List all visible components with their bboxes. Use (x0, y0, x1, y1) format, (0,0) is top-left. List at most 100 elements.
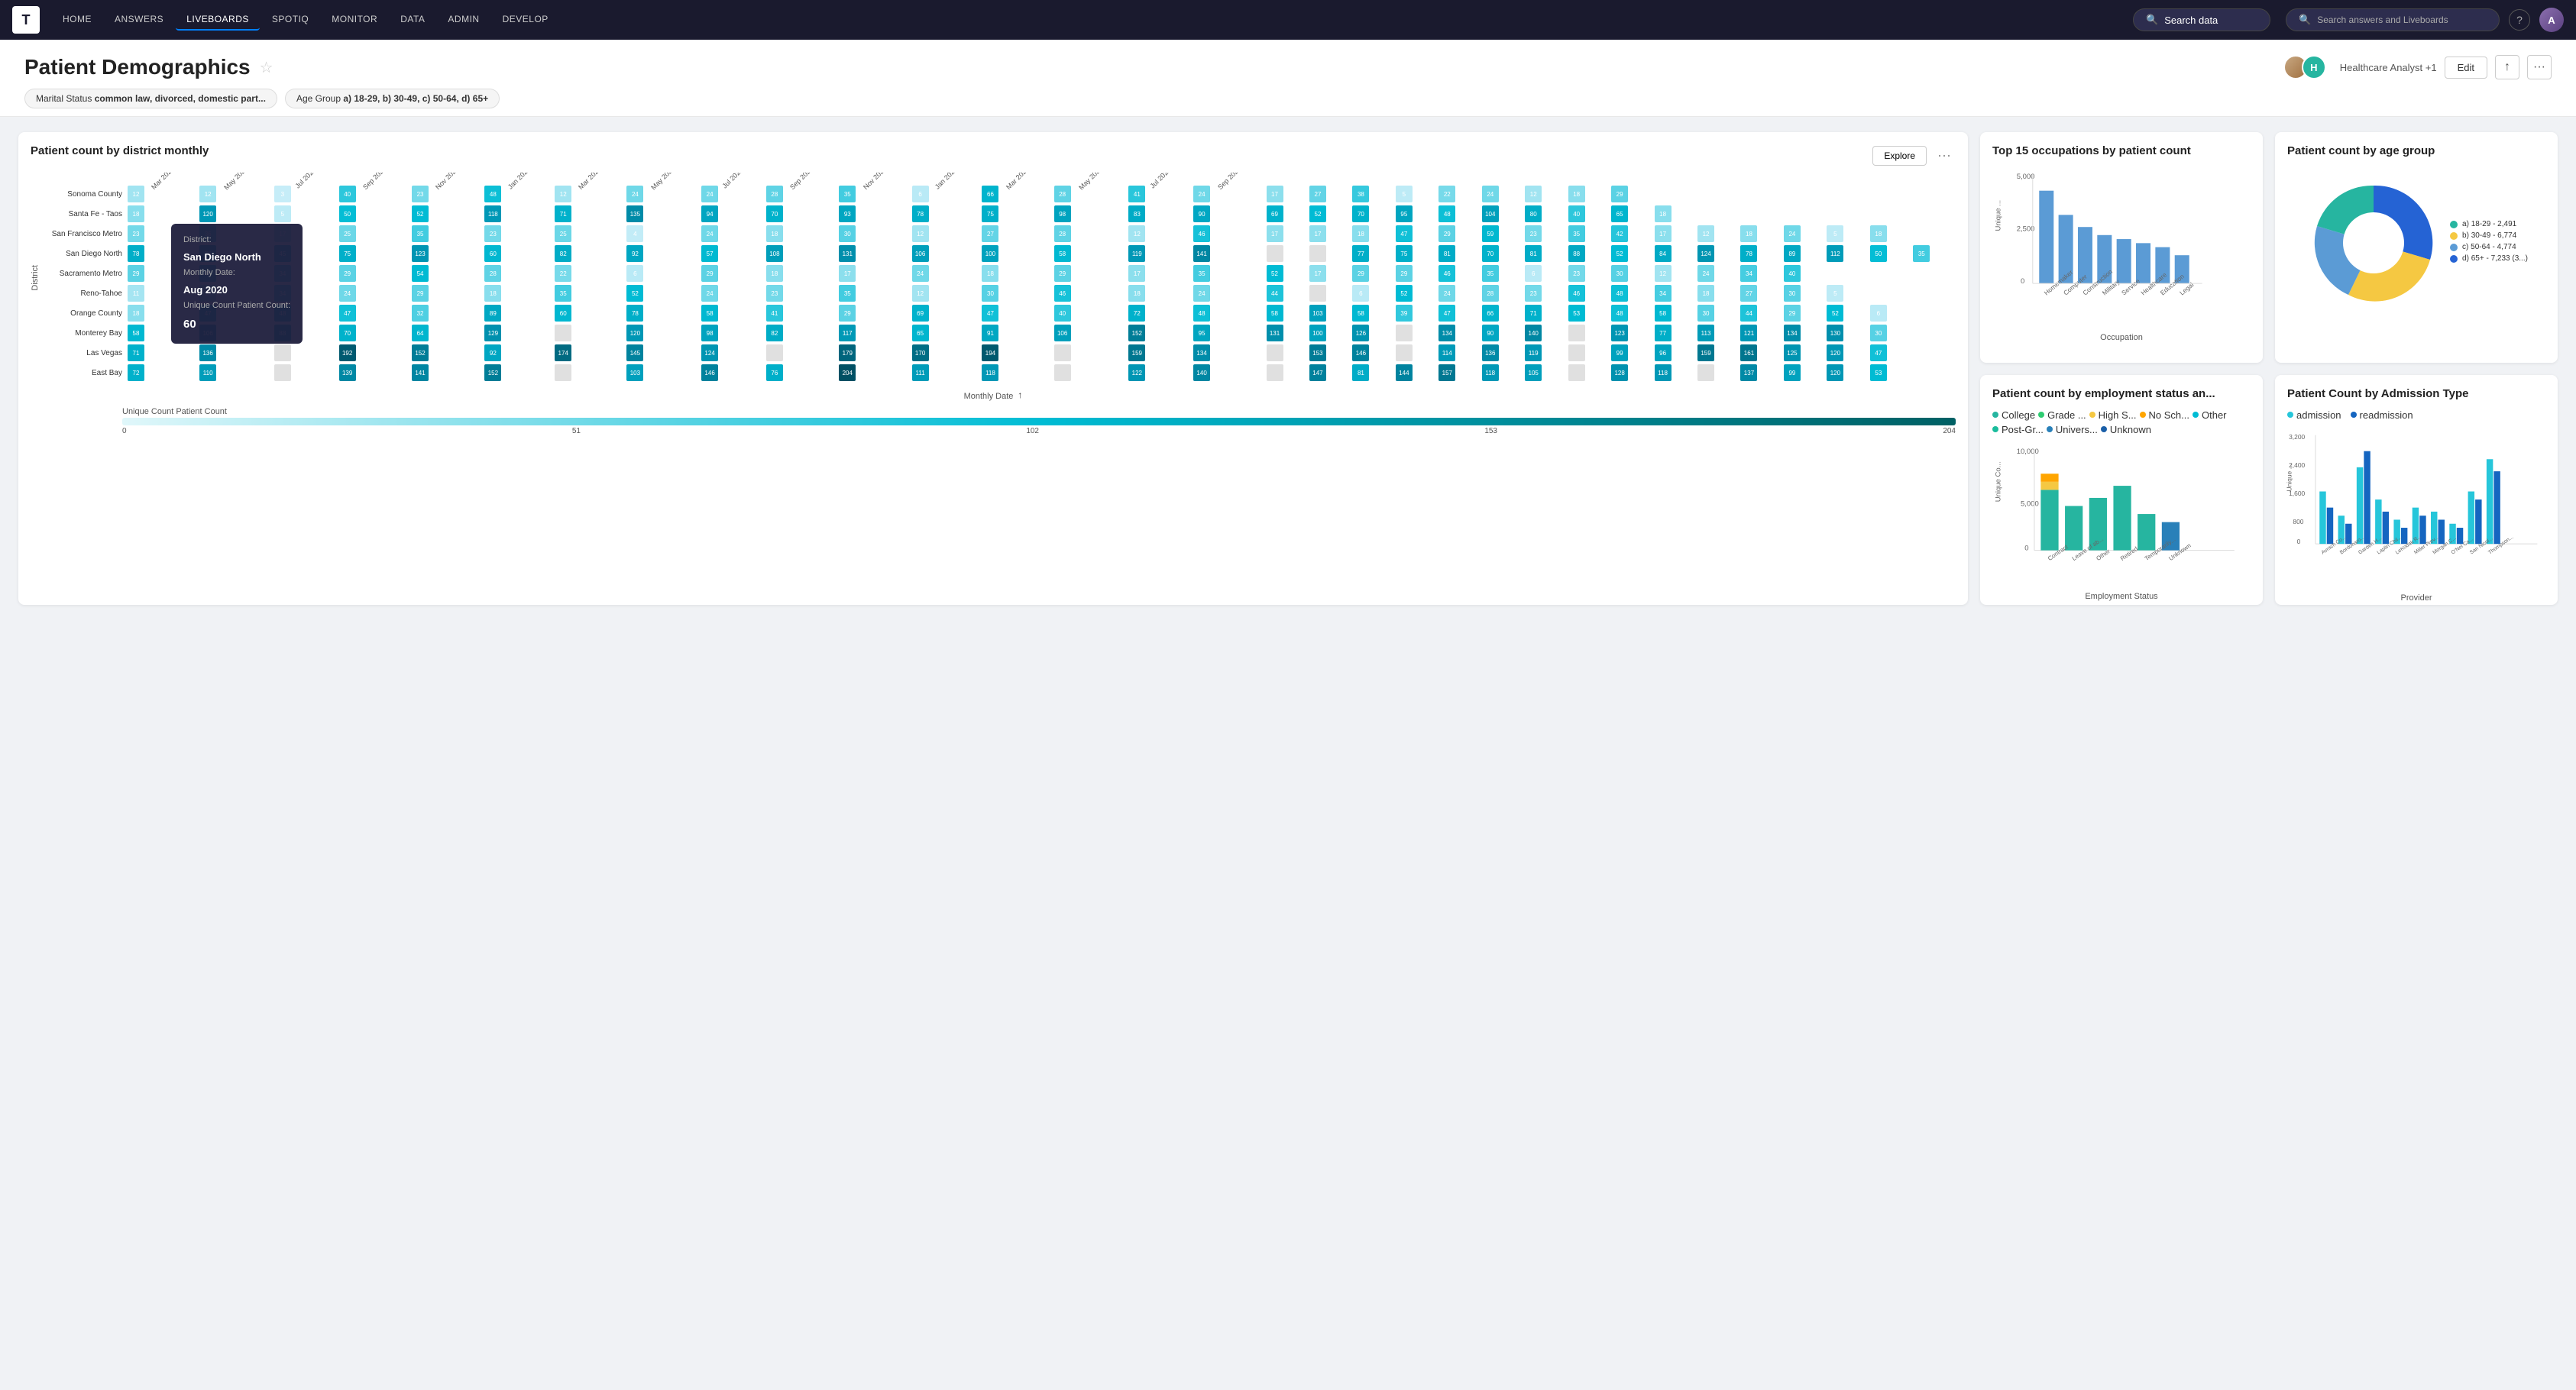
heatmap-cell[interactable]: 53 (1869, 363, 1912, 383)
nav-data[interactable]: DATA (390, 9, 435, 31)
heatmap-cell[interactable]: 5 (273, 204, 338, 224)
heatmap-cell[interactable]: 95 (1395, 204, 1438, 224)
heatmap-cell[interactable]: 27 (981, 224, 1053, 244)
heatmap-cell[interactable]: 89 (484, 303, 554, 323)
heatmap-cell[interactable] (765, 343, 838, 363)
favorite-icon[interactable]: ☆ (260, 58, 273, 77)
nav-answers[interactable]: ANSWERS (104, 9, 174, 31)
heatmap-cell[interactable]: 18 (1128, 283, 1193, 303)
heatmap-cell[interactable]: 81 (1351, 363, 1394, 383)
heatmap-cell[interactable]: 12 (199, 184, 273, 204)
heatmap-cell[interactable]: 82 (765, 323, 838, 343)
heatmap-cell[interactable]: 17 (1266, 224, 1309, 244)
heatmap-cell[interactable]: 129 (484, 323, 554, 343)
heatmap-cell[interactable]: 48 (484, 184, 554, 204)
heatmap-cell[interactable]: 179 (838, 343, 911, 363)
heatmap-cell[interactable]: 145 (626, 343, 701, 363)
heatmap-cell[interactable]: 29 (701, 263, 765, 283)
heatmap-cell[interactable]: 100 (1309, 323, 1351, 343)
heatmap-cell[interactable]: 204 (838, 363, 911, 383)
heatmap-cell[interactable]: 52 (1309, 204, 1351, 224)
heatmap-cell[interactable]: 25 (338, 224, 411, 244)
heatmap-cell[interactable]: 96 (1654, 343, 1697, 363)
heatmap-cell[interactable]: 18 (127, 204, 199, 224)
heatmap-cell[interactable] (1309, 244, 1351, 263)
heatmap-cell[interactable]: 27 (1309, 184, 1351, 204)
heatmap-cell[interactable]: 12 (911, 224, 982, 244)
heatmap-cell[interactable]: 103 (1309, 303, 1351, 323)
heatmap-cell[interactable]: 140 (1193, 363, 1265, 383)
heatmap-cell[interactable]: 82 (554, 244, 626, 263)
heatmap-cell[interactable] (1053, 363, 1128, 383)
heatmap-cell[interactable]: 52 (626, 283, 701, 303)
heatmap-cell[interactable]: 41 (1128, 184, 1193, 204)
heatmap-cell[interactable]: 98 (701, 323, 765, 343)
heatmap-cell[interactable]: 141 (1193, 244, 1265, 263)
heatmap-cell[interactable]: 29 (1053, 263, 1128, 283)
nav-develop[interactable]: DEVELOP (492, 9, 559, 31)
heatmap-cell[interactable]: 28 (1053, 184, 1128, 204)
heatmap-cell[interactable]: 72 (1128, 303, 1193, 323)
heatmap-cell[interactable]: 12 (911, 283, 982, 303)
heatmap-cell[interactable]: 153 (1309, 343, 1351, 363)
heatmap-cell[interactable]: 47 (338, 303, 411, 323)
heatmap-cell[interactable]: 34 (1739, 263, 1782, 283)
heatmap-cell[interactable]: 22 (554, 263, 626, 283)
heatmap-cell[interactable]: 80 (1524, 204, 1567, 224)
heatmap-cell[interactable]: 170 (911, 343, 982, 363)
heatmap-cell[interactable]: 29 (411, 283, 484, 303)
heatmap-cell[interactable]: 174 (554, 343, 626, 363)
heatmap-cell[interactable]: 136 (199, 343, 273, 363)
heatmap-cell[interactable]: 30 (1783, 283, 1826, 303)
search-liveboards-input[interactable]: 🔍 Search answers and Liveboards (2286, 8, 2500, 31)
heatmap-cell[interactable]: 106 (1053, 323, 1128, 343)
heatmap-cell[interactable]: 23 (1524, 224, 1567, 244)
heatmap-cell[interactable]: 94 (701, 204, 765, 224)
heatmap-cell[interactable]: 29 (1438, 224, 1481, 244)
nav-monitor[interactable]: MONITOR (321, 9, 388, 31)
heatmap-cell[interactable]: 18 (1351, 224, 1394, 244)
heatmap-cell[interactable]: 125 (1783, 343, 1826, 363)
heatmap-cell[interactable]: 119 (1524, 343, 1567, 363)
heatmap-cell[interactable]: 131 (1266, 323, 1309, 343)
heatmap-cell[interactable]: 6 (626, 263, 701, 283)
heatmap-cell[interactable]: 75 (981, 204, 1053, 224)
heatmap-cell[interactable]: 159 (1128, 343, 1193, 363)
heatmap-cell[interactable]: 35 (838, 283, 911, 303)
heatmap-cell[interactable]: 91 (981, 323, 1053, 343)
heatmap-cell[interactable]: 104 (1481, 204, 1524, 224)
heatmap-cell[interactable]: 58 (1654, 303, 1697, 323)
heatmap-cell[interactable]: 35 (1568, 224, 1610, 244)
heatmap-cell[interactable]: 99 (1610, 343, 1653, 363)
heatmap-cell[interactable]: 29 (838, 303, 911, 323)
heatmap-cell[interactable]: 46 (1053, 283, 1128, 303)
heatmap-cell[interactable]: 35 (838, 184, 911, 204)
heatmap-cell[interactable]: 92 (484, 343, 554, 363)
heatmap-cell[interactable]: 123 (411, 244, 484, 263)
heatmap-cell[interactable]: 120 (1826, 343, 1869, 363)
heatmap-cell[interactable]: 48 (1610, 303, 1653, 323)
heatmap-cell[interactable]: 53 (1568, 303, 1610, 323)
heatmap-cell[interactable]: 24 (701, 184, 765, 204)
heatmap-cell[interactable]: 30 (981, 283, 1053, 303)
heatmap-cell[interactable]: 118 (1654, 363, 1697, 383)
heatmap-cell[interactable]: 4 (626, 224, 701, 244)
heatmap-cell[interactable]: 81 (1438, 244, 1481, 263)
heatmap-cell[interactable]: 24 (1697, 263, 1739, 283)
heatmap-cell[interactable]: 22 (1438, 184, 1481, 204)
user-avatar[interactable]: A (2539, 8, 2564, 32)
heatmap-cell[interactable]: 34 (1654, 283, 1697, 303)
heatmap-cell[interactable] (1568, 343, 1610, 363)
heatmap-cell[interactable]: 35 (554, 283, 626, 303)
heatmap-cell[interactable]: 18 (1568, 184, 1610, 204)
share-button[interactable]: ↑ (2495, 55, 2519, 79)
heatmap-cell[interactable]: 59 (1481, 224, 1524, 244)
heatmap-cell[interactable]: 152 (411, 343, 484, 363)
heatmap-cell[interactable]: 50 (1869, 244, 1912, 263)
heatmap-cell[interactable]: 35 (1912, 244, 1956, 263)
heatmap-cell[interactable]: 5 (1826, 283, 1869, 303)
heatmap-cell[interactable]: 50 (338, 204, 411, 224)
heatmap-cell[interactable]: 35 (411, 224, 484, 244)
heatmap-cell[interactable]: 24 (701, 224, 765, 244)
heatmap-cell[interactable]: 47 (1438, 303, 1481, 323)
